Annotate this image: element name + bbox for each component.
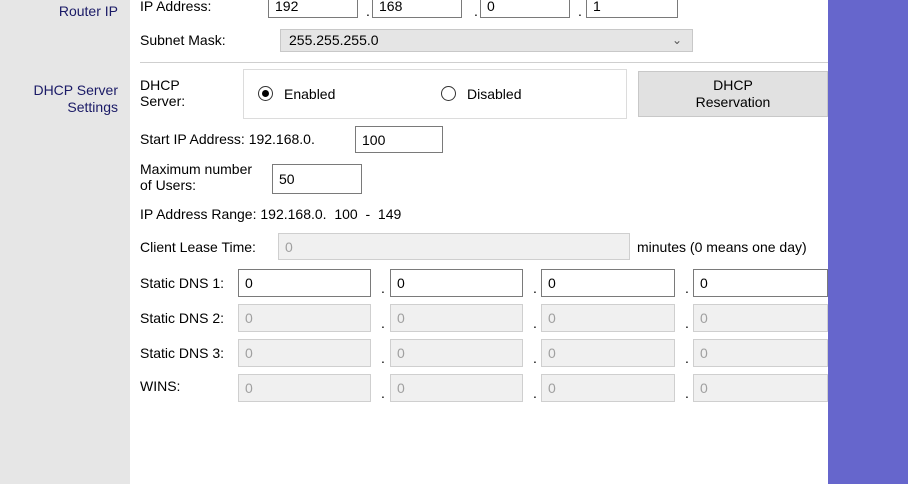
ip-dot-separator: . bbox=[381, 315, 385, 331]
dns2-octet-3-field[interactable] bbox=[541, 304, 675, 332]
ip-dot-separator: . bbox=[381, 385, 385, 401]
dns1-octet-4-field[interactable] bbox=[693, 269, 828, 297]
ip-range-label: IP Address Range: 192.168.0. 100 - 149 bbox=[140, 206, 402, 222]
dns2-octet-2-field[interactable] bbox=[390, 304, 523, 332]
ip-dot-separator: . bbox=[578, 3, 582, 19]
dhcp-server-settings-label: DHCP Server Settings bbox=[33, 82, 118, 115]
ip-dot-separator: . bbox=[533, 350, 537, 366]
static-dns1-label: Static DNS 1: bbox=[140, 275, 225, 291]
start-ip-label: Start IP Address: 192.168.0. bbox=[140, 131, 315, 147]
ip-dot-separator: . bbox=[533, 385, 537, 401]
ip-dot-separator: . bbox=[366, 3, 370, 19]
dns1-octet-2-field[interactable] bbox=[390, 269, 523, 297]
dhcp-reservation-button[interactable]: DHCP Reservation bbox=[638, 71, 828, 117]
subnet-mask-label: Subnet Mask: bbox=[140, 32, 226, 48]
radio-selected-dot bbox=[262, 90, 269, 97]
static-dns3-label: Static DNS 3: bbox=[140, 345, 225, 361]
chevron-down-icon: ⌄ bbox=[671, 33, 682, 47]
ip-dot-separator: . bbox=[685, 280, 689, 296]
router-ip-section-label: Router IP bbox=[58, 3, 118, 19]
start-ip-field[interactable] bbox=[355, 126, 443, 153]
dns2-octet-4-field[interactable] bbox=[693, 304, 828, 332]
start-ip-prefix: 192.168.0. bbox=[248, 131, 315, 147]
wins-octet-4-field[interactable] bbox=[693, 374, 828, 402]
dhcp-disabled-radio[interactable] bbox=[441, 86, 456, 101]
dns3-octet-3-field[interactable] bbox=[541, 339, 675, 367]
ip-dot-separator: . bbox=[474, 3, 478, 19]
ip-dot-separator: . bbox=[685, 350, 689, 366]
wins-octet-3-field[interactable] bbox=[541, 374, 675, 402]
ip-octet-4-field[interactable] bbox=[586, 0, 678, 18]
dns1-octet-3-field[interactable] bbox=[541, 269, 675, 297]
ip-dot-separator: . bbox=[685, 315, 689, 331]
subnet-mask-select[interactable]: 255.255.255.0 ⌄ bbox=[280, 29, 693, 52]
client-lease-time-field[interactable] bbox=[278, 233, 630, 260]
ip-dot-separator: . bbox=[533, 315, 537, 331]
dns3-octet-4-field[interactable] bbox=[693, 339, 828, 367]
ip-octet-1-field[interactable] bbox=[268, 0, 358, 18]
max-users-field[interactable] bbox=[272, 164, 362, 194]
ip-octet-3-field[interactable] bbox=[480, 0, 570, 18]
ip-range-value: 192.168.0. 100 - 149 bbox=[260, 206, 402, 222]
right-side-panel bbox=[828, 0, 908, 484]
dns1-octet-1-field[interactable] bbox=[238, 269, 371, 297]
ip-dot-separator: . bbox=[685, 385, 689, 401]
dhcp-enabled-radio[interactable] bbox=[258, 86, 273, 101]
dhcp-enabled-label[interactable]: Enabled bbox=[284, 86, 335, 102]
left-section-panel bbox=[0, 0, 130, 484]
dns3-octet-1-field[interactable] bbox=[238, 339, 371, 367]
wins-octet-1-field[interactable] bbox=[238, 374, 371, 402]
ip-octet-2-field[interactable] bbox=[372, 0, 462, 18]
ip-dot-separator: . bbox=[381, 280, 385, 296]
dns2-octet-1-field[interactable] bbox=[238, 304, 371, 332]
subnet-mask-value: 255.255.255.0 bbox=[289, 32, 379, 48]
client-lease-time-label: Client Lease Time: bbox=[140, 239, 256, 255]
dns3-octet-2-field[interactable] bbox=[390, 339, 523, 367]
max-users-label: Maximum number of Users: bbox=[140, 161, 253, 193]
section-divider bbox=[140, 62, 828, 63]
dhcp-server-label: DHCP Server: bbox=[140, 77, 186, 109]
ip-dot-separator: . bbox=[533, 280, 537, 296]
lease-time-hint: minutes (0 means one day) bbox=[637, 239, 807, 255]
wins-octet-2-field[interactable] bbox=[390, 374, 523, 402]
ip-dot-separator: . bbox=[381, 350, 385, 366]
static-dns2-label: Static DNS 2: bbox=[140, 310, 225, 326]
ip-address-label: IP Address: bbox=[140, 0, 212, 14]
wins-label: WINS: bbox=[140, 378, 181, 394]
dhcp-disabled-label[interactable]: Disabled bbox=[467, 86, 521, 102]
